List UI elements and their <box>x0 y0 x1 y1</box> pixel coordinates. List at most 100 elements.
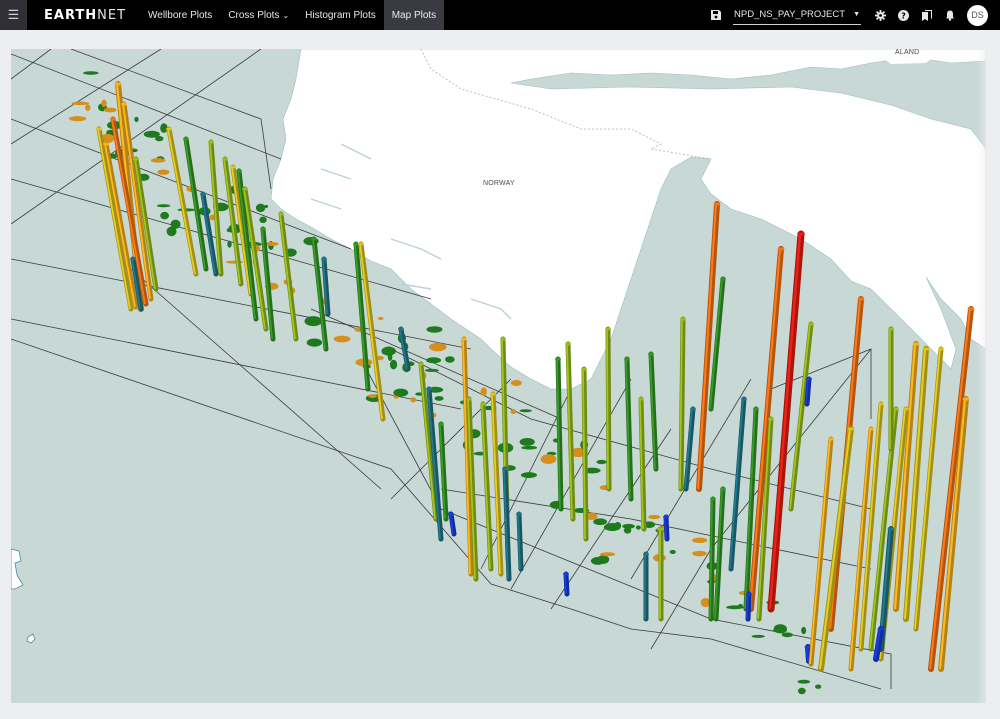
nav-histogram-plots[interactable]: Histogram Plots <box>297 0 384 30</box>
well-body <box>728 396 747 572</box>
well-olive-cylinder[interactable] <box>658 526 664 622</box>
well-highlight <box>805 646 810 662</box>
notifications-button[interactable] <box>938 0 961 30</box>
help-button[interactable]: ? <box>892 0 915 30</box>
well-highlight <box>184 138 206 270</box>
well-olive-cylinder[interactable] <box>480 401 494 572</box>
nav-map-plots[interactable]: Map Plots <box>383 0 445 30</box>
well-cap <box>713 202 721 206</box>
project-select[interactable]: NPD_NS_PAY_PROJECT ▼ <box>733 5 861 25</box>
well-olive-cylinder[interactable] <box>678 316 686 492</box>
oil-field <box>85 104 91 111</box>
oil-field <box>692 537 708 544</box>
map-edge-fade <box>976 49 986 703</box>
chevron-down-icon: ⌄ <box>282 10 290 20</box>
gas-field <box>304 316 323 327</box>
well-cap <box>581 367 587 371</box>
well-cap <box>768 417 774 421</box>
well-olive-cylinder[interactable] <box>278 211 299 342</box>
user-avatar[interactable]: DS <box>967 4 988 26</box>
well-cap <box>490 392 496 396</box>
well-yellow-cylinder[interactable] <box>903 346 930 622</box>
settings-button[interactable] <box>869 0 892 30</box>
well-cap <box>222 157 228 161</box>
well-green-cylinder[interactable] <box>713 486 726 622</box>
well-cap <box>502 467 508 471</box>
gas-field <box>259 216 267 224</box>
nav-wellbore-plots[interactable]: Wellbore Plots <box>140 0 220 30</box>
well-olive-cylinder[interactable] <box>605 326 612 492</box>
oil-field <box>377 316 384 321</box>
gas-field <box>255 203 266 213</box>
gas-field <box>389 359 398 370</box>
well-body <box>398 326 411 372</box>
map-viewport[interactable]: NORWAY ALAND <box>11 49 986 703</box>
well-blue-cylinder[interactable] <box>563 571 570 597</box>
well-cap <box>121 102 127 106</box>
well-teal-cylinder[interactable] <box>516 511 524 572</box>
nav-label: Wellbore Plots <box>148 9 213 21</box>
oil-field <box>599 552 616 557</box>
well-yellow-cylinder[interactable] <box>818 426 855 672</box>
oil-field <box>157 169 170 175</box>
app-logo[interactable]: EARTHNET <box>44 8 126 23</box>
oil-field <box>648 514 661 520</box>
well-cap <box>710 497 716 501</box>
gas-field <box>623 527 632 534</box>
gas-field <box>614 521 622 530</box>
well-cap <box>741 397 747 401</box>
well-cap <box>418 362 424 366</box>
well-yellow-cylinder[interactable] <box>166 126 199 277</box>
well-cap <box>230 165 236 169</box>
well-cap <box>183 137 189 141</box>
well-highlight <box>729 398 744 570</box>
well-cap <box>448 512 454 516</box>
gas-field <box>156 204 171 208</box>
gas-field <box>83 71 99 75</box>
gas-field <box>520 472 538 478</box>
well-blue-cylinder[interactable] <box>804 376 812 407</box>
well-cap <box>663 515 669 519</box>
well-green-cylinder[interactable] <box>624 356 634 502</box>
well-cap <box>358 242 364 246</box>
save-button[interactable] <box>704 0 727 30</box>
gas-field <box>519 438 535 446</box>
gas-field <box>635 525 641 530</box>
well-olive-cylinder[interactable] <box>888 326 894 452</box>
gas-field <box>738 603 743 608</box>
project-name: NPD_NS_PAY_PROJECT <box>734 9 846 20</box>
well-cap <box>208 140 214 144</box>
hamburger-icon: ☰ <box>7 7 20 22</box>
gas-field <box>143 130 160 138</box>
well-cap <box>480 402 486 406</box>
well-body <box>713 486 726 622</box>
gas-field <box>160 211 170 220</box>
bookmarks-icon <box>921 9 932 21</box>
well-teal-cylinder[interactable] <box>728 396 747 572</box>
gas-field <box>772 628 788 633</box>
gas-field <box>425 357 442 364</box>
well-cap <box>690 407 696 411</box>
nav-label: Cross Plots <box>228 9 280 21</box>
gas-field <box>593 518 608 526</box>
well-cap <box>938 347 944 351</box>
map-canvas[interactable] <box>11 49 986 703</box>
well-cap <box>110 117 116 121</box>
well-teal-cylinder[interactable] <box>502 466 512 582</box>
well-teal-cylinder[interactable] <box>643 551 649 622</box>
well-green-cylinder[interactable] <box>311 236 329 352</box>
well-teal-cylinder[interactable] <box>683 406 696 492</box>
well-olive-cylinder[interactable] <box>638 396 647 532</box>
oil-field <box>428 342 447 352</box>
well-cap <box>888 327 894 331</box>
well-highlight <box>279 213 296 340</box>
well-highlight <box>914 348 941 630</box>
nav-cross-plots[interactable]: Cross Plots ⌄ <box>220 0 297 30</box>
oil-field <box>71 101 90 106</box>
menu-button[interactable]: ☰ <box>0 0 27 30</box>
well-cap <box>828 437 834 441</box>
land-west-island <box>11 548 24 590</box>
gas-field <box>134 116 139 123</box>
bookmarks-button[interactable] <box>915 0 938 30</box>
well-blue-cylinder[interactable] <box>448 511 457 537</box>
